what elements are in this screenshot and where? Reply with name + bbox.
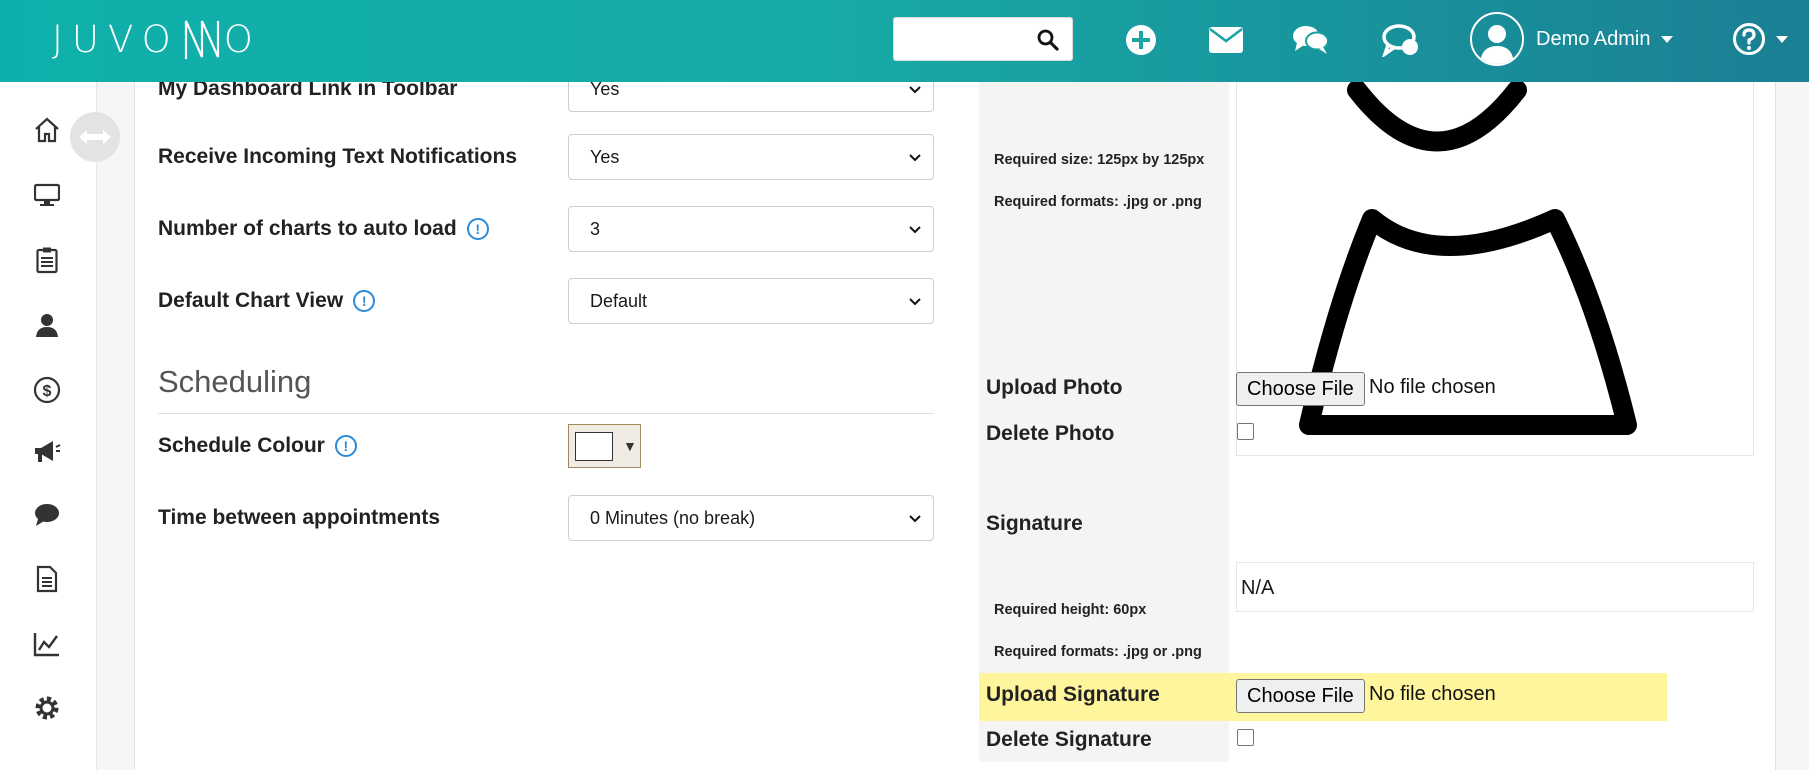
delete-photo-label: Delete Photo xyxy=(986,422,1115,445)
schedule-colour-picker[interactable]: ▼ xyxy=(568,424,641,468)
messages-icon[interactable] xyxy=(1381,20,1421,60)
signature-label: Signature xyxy=(986,512,1083,535)
upload-signature-choose-file-button[interactable]: Choose File xyxy=(1236,679,1365,713)
search-input[interactable] xyxy=(902,18,1032,58)
charts-auto-load-row-label: Number of charts to auto load ! xyxy=(158,206,489,252)
chevron-down-icon xyxy=(909,515,921,523)
time-between-select[interactable]: 0 Minutes (no break) xyxy=(568,495,934,541)
upload-signature-status: No file chosen xyxy=(1369,683,1496,705)
photo-required-size: Required size: 125px by 125px xyxy=(994,152,1205,168)
settings-icon[interactable] xyxy=(30,691,64,725)
chevron-down-icon xyxy=(1776,35,1788,43)
dashboard-link-select[interactable]: Yes xyxy=(568,82,934,112)
help-icon xyxy=(1733,23,1765,55)
text-notifications-value: Yes xyxy=(590,146,620,167)
search-icon[interactable] xyxy=(1036,28,1060,52)
upload-photo-choose-file-button[interactable]: Choose File xyxy=(1236,372,1365,406)
signature-preview: N/A xyxy=(1236,562,1754,612)
sidebar-toggle-icon[interactable] xyxy=(70,112,120,162)
schedule-colour-label: Schedule Colour xyxy=(158,434,325,457)
default-chart-view-row-label: Default Chart View ! xyxy=(158,278,376,324)
chevron-down-icon xyxy=(909,226,921,234)
chevron-down-icon xyxy=(1660,35,1673,43)
charts-auto-load-select[interactable]: 3 xyxy=(568,206,934,252)
info-icon[interactable]: ! xyxy=(466,218,489,240)
desktop-icon[interactable] xyxy=(30,178,64,212)
mail-icon[interactable] xyxy=(1206,20,1246,60)
info-icon[interactable]: ! xyxy=(334,435,357,457)
chevron-down-icon xyxy=(909,298,921,306)
default-chart-view-label: Default Chart View xyxy=(158,289,344,312)
billing-icon[interactable]: $ xyxy=(30,373,64,407)
default-chart-view-select[interactable]: Default xyxy=(568,278,934,324)
time-between-value: 0 Minutes (no break) xyxy=(590,507,756,528)
reports-icon[interactable] xyxy=(30,627,64,661)
chevron-down-icon xyxy=(909,86,921,94)
clipboard-icon[interactable] xyxy=(30,243,64,277)
colour-swatch xyxy=(575,431,613,461)
dropdown-arrow-icon: ▼ xyxy=(623,438,637,454)
delete-signature-checkbox[interactable] xyxy=(1237,729,1254,746)
delete-signature-label: Delete Signature xyxy=(986,728,1152,751)
upload-photo-label: Upload Photo xyxy=(986,376,1123,399)
documents-icon[interactable] xyxy=(30,562,64,596)
add-icon[interactable] xyxy=(1121,20,1161,60)
time-between-label: Time between appointments xyxy=(158,506,440,529)
scheduling-section-title: Scheduling xyxy=(158,364,312,399)
schedule-colour-row-label: Schedule Colour ! xyxy=(158,424,357,468)
delete-photo-checkbox[interactable] xyxy=(1237,423,1254,440)
svg-text:$: $ xyxy=(43,383,52,400)
top-bar: JUVO O Demo Admin xyxy=(0,0,1809,82)
search-box xyxy=(893,17,1073,61)
help-menu[interactable] xyxy=(1732,22,1788,56)
home-icon[interactable] xyxy=(30,113,64,147)
messages-icon[interactable] xyxy=(30,498,64,532)
profile-labels-column: Required size: 125px by 125px Required f… xyxy=(979,82,1229,762)
text-notifications-label: Receive Incoming Text Notifications xyxy=(158,145,518,168)
charts-auto-load-value: 3 xyxy=(590,218,601,239)
photo-required-formats: Required formats: .jpg or .png xyxy=(994,194,1202,210)
chat-icon[interactable] xyxy=(1291,20,1331,60)
main-content: My Dashboard Link in Toolbar Yes Receive… xyxy=(134,82,1776,770)
left-navigation: $ xyxy=(0,82,120,770)
charts-auto-load-label: Number of charts to auto load xyxy=(158,217,457,240)
signature-required-formats: Required formats: .jpg or .png xyxy=(994,644,1202,660)
dashboard-link-label: My Dashboard Link in Toolbar xyxy=(158,82,458,100)
chevron-down-icon xyxy=(909,154,921,162)
logo-text-end: O xyxy=(223,17,262,61)
marketing-icon[interactable] xyxy=(30,435,64,469)
clients-icon[interactable] xyxy=(30,308,64,342)
user-name: Demo Admin xyxy=(1536,27,1651,50)
logo-text: JUVO xyxy=(52,17,180,61)
signature-value: N/A xyxy=(1241,577,1275,599)
juvonno-logo[interactable]: JUVO O xyxy=(52,14,262,64)
user-avatar-icon xyxy=(1470,12,1524,66)
dashboard-link-value: Yes xyxy=(590,82,620,99)
signature-required-height: Required height: 60px xyxy=(994,602,1147,618)
upload-signature-label: Upload Signature xyxy=(986,683,1160,706)
default-chart-view-value: Default xyxy=(590,290,648,311)
info-icon[interactable]: ! xyxy=(353,290,376,312)
logo-nn-mark xyxy=(184,20,219,59)
section-divider xyxy=(158,413,934,414)
user-menu[interactable]: Demo Admin xyxy=(1470,11,1673,67)
text-notifications-select[interactable]: Yes xyxy=(568,134,934,180)
upload-photo-status: No file chosen xyxy=(1369,376,1496,398)
